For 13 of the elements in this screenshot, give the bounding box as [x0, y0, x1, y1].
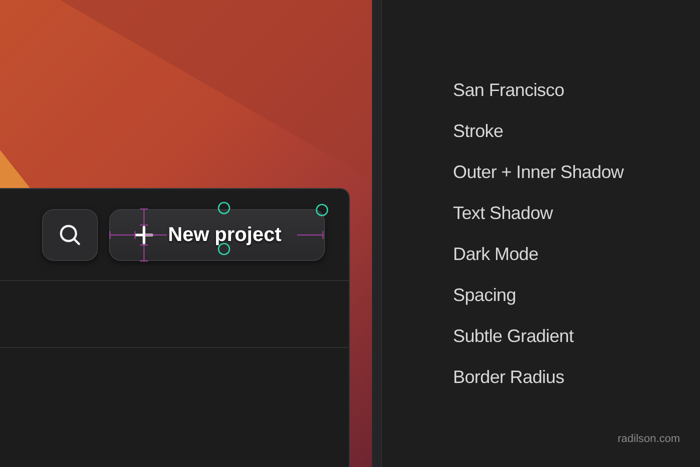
credit-text: radilson.com: [618, 432, 680, 446]
new-project-button[interactable]: New project: [109, 208, 325, 260]
feature-label: Spacing: [453, 284, 517, 307]
feature-label: Text Shadow: [453, 202, 554, 225]
feature-label: San Francisco: [453, 79, 566, 102]
feature-label: Stroke: [453, 120, 504, 143]
feature-label: Subtle Gradient: [453, 325, 575, 348]
search-button[interactable]: [42, 208, 98, 260]
feature-label: Border Radius: [453, 366, 566, 389]
plus-icon: [134, 224, 154, 244]
search-icon: [58, 222, 82, 246]
feature-label: Outer + Inner Shadow: [453, 161, 625, 184]
feature-label: Dark Mode: [453, 243, 540, 266]
